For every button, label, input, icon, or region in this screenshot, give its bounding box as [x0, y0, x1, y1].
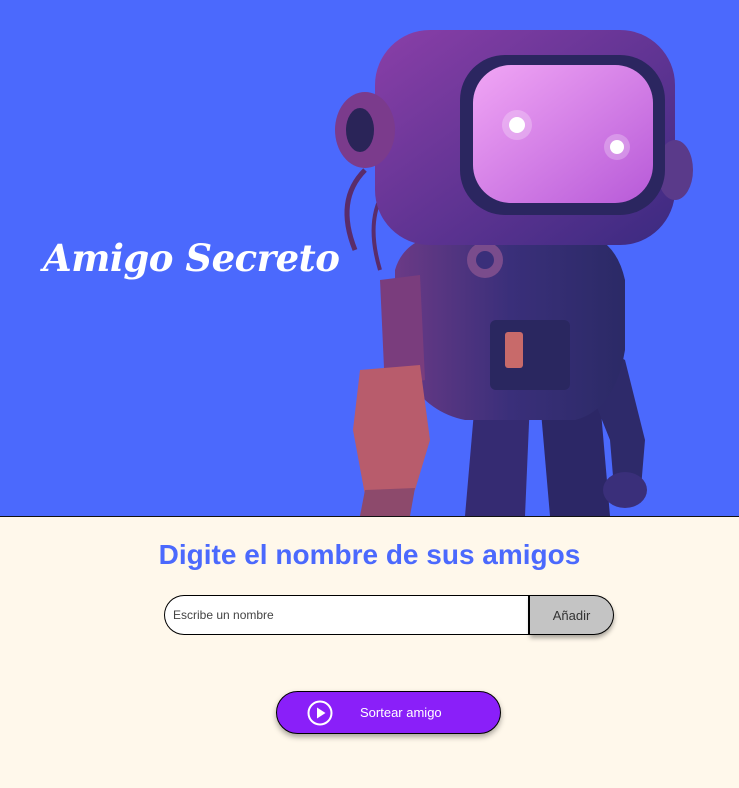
play-circle-icon — [307, 700, 333, 725]
draw-button-label: Sortear amigo — [360, 705, 442, 720]
add-button[interactable]: Añadir — [530, 595, 614, 635]
section-title: Digite el nombre de sus amigos — [158, 539, 581, 570]
name-input[interactable] — [164, 595, 530, 635]
header-banner: Amigo Secreto — [0, 0, 739, 517]
draw-friend-button[interactable]: Sortear amigo — [276, 691, 501, 734]
astronaut-robot-illustration — [335, 30, 693, 516]
app-title: Amigo Secreto — [43, 236, 340, 280]
main-section: Digite el nombre de sus amigos Añadir So… — [0, 517, 739, 788]
name-input-row: Añadir — [164, 595, 614, 635]
